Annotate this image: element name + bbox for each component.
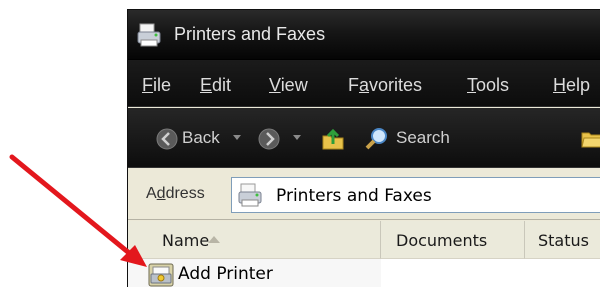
menu-favorites[interactable]: Favorites: [348, 75, 422, 96]
column-header-documents[interactable]: Documents: [381, 221, 525, 259]
address-input[interactable]: Printers and Faxes: [231, 177, 600, 213]
search-button[interactable]: Search: [358, 124, 470, 154]
window-title: Printers and Faxes: [174, 24, 326, 44]
printer-fax-icon: [238, 183, 262, 207]
search-magnifier-icon: [365, 128, 387, 150]
file-list: Name Documents Status Add Printer: [128, 221, 600, 287]
address-value: Printers and Faxes: [276, 186, 432, 206]
back-label: Back: [182, 128, 220, 147]
column-header-name[interactable]: Name: [128, 221, 381, 259]
search-label: Search: [396, 128, 450, 147]
folders-icon: [581, 132, 600, 148]
back-button[interactable]: Back: [138, 124, 248, 154]
forward-arrow-icon: [258, 128, 280, 150]
list-item-label: Add Printer: [178, 264, 273, 284]
menu-edit[interactable]: Edit: [200, 75, 231, 96]
menu-file[interactable]: File: [142, 75, 171, 96]
printer-fax-icon: [137, 23, 161, 47]
menu-help[interactable]: Help: [553, 75, 590, 96]
list-item[interactable]: Add Printer: [128, 259, 600, 287]
address-label: Address: [146, 185, 205, 202]
menu-view[interactable]: View: [269, 75, 308, 96]
up-folder-button[interactable]: [316, 124, 352, 154]
folders-button[interactable]: [580, 124, 600, 154]
address-bar: Address Printers and Faxes: [128, 169, 600, 220]
explorer-window: Printers and Faxes File Edit View Favori…: [127, 9, 600, 287]
menu-bar: File Edit View Favorites Tools Help: [128, 60, 600, 107]
chevron-down-icon[interactable]: [232, 134, 242, 142]
column-header-status[interactable]: Status: [525, 221, 600, 259]
up-folder-icon: [322, 128, 344, 150]
toolbar: Back Search: [128, 108, 600, 168]
add-printer-icon: [148, 263, 174, 287]
menu-tools[interactable]: Tools: [467, 75, 509, 96]
sort-ascending-icon: [208, 236, 220, 243]
chevron-down-icon[interactable]: [292, 134, 302, 142]
forward-button[interactable]: [254, 124, 310, 154]
back-arrow-icon: [156, 128, 178, 150]
title-bar[interactable]: Printers and Faxes: [128, 10, 600, 60]
list-item-name-cell: Add Printer: [128, 259, 381, 287]
